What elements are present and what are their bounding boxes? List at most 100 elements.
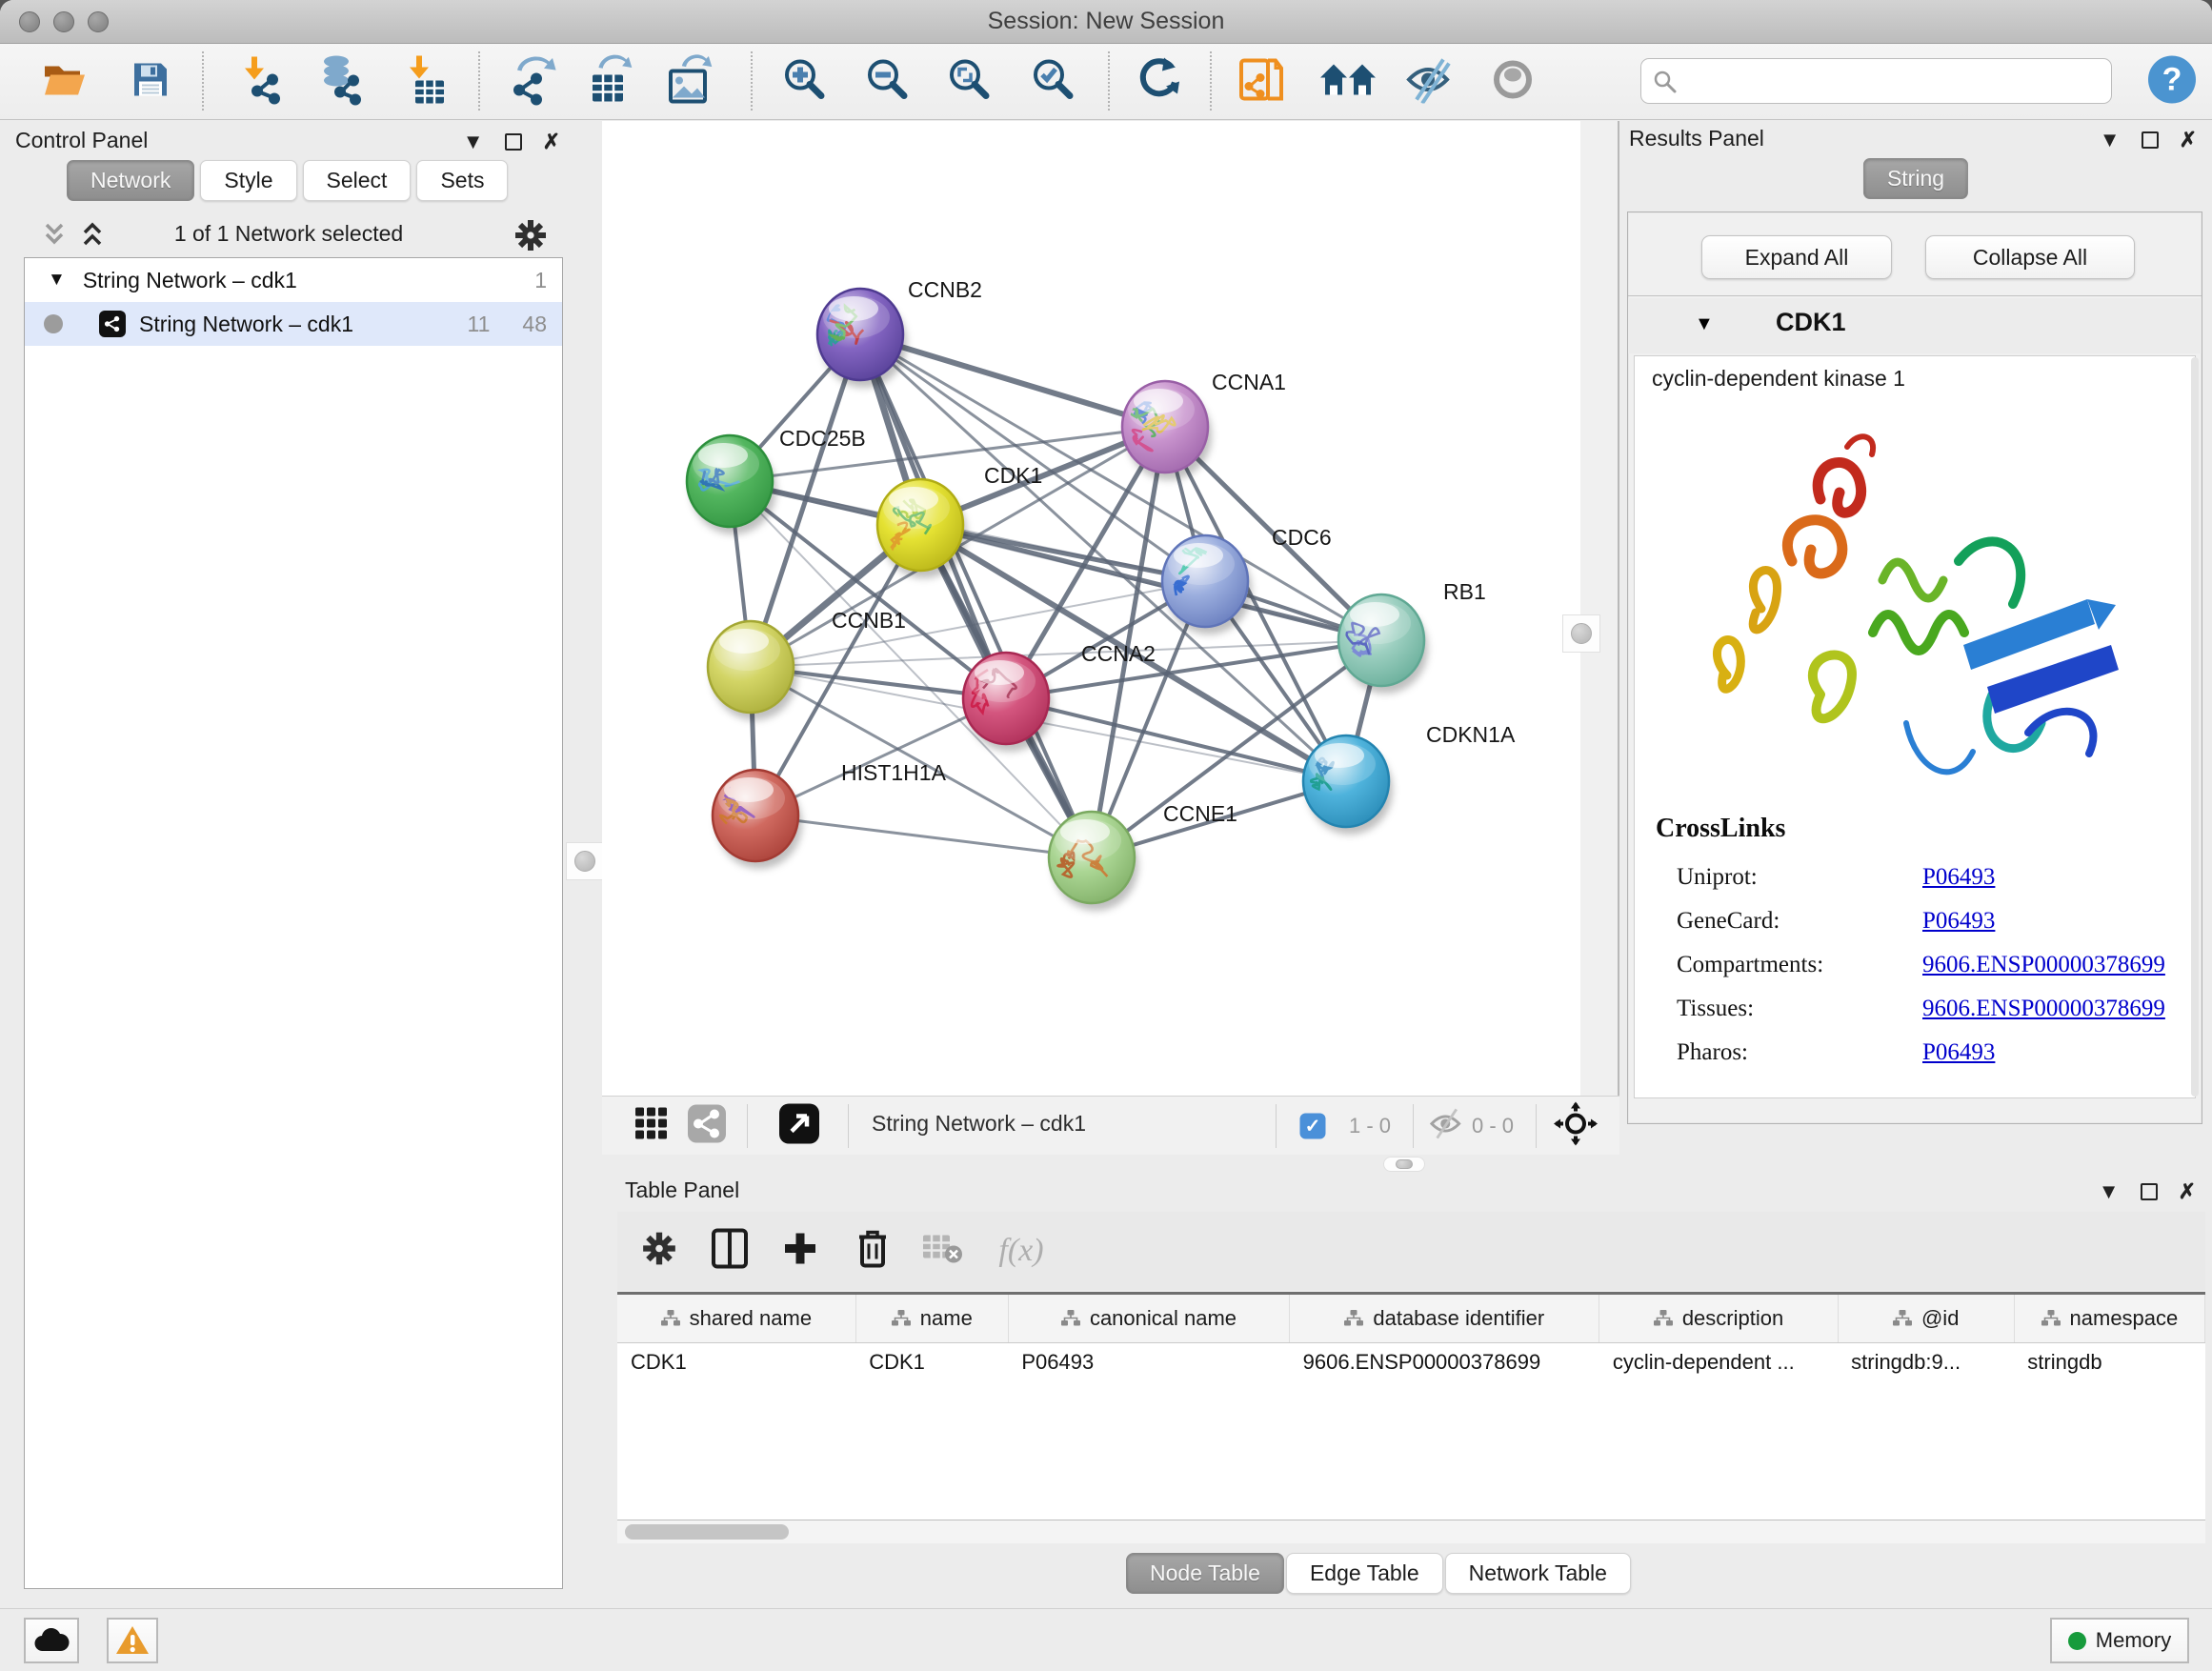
float-panel-icon[interactable]: ▼ bbox=[2100, 130, 2121, 151]
fit-selected-icon[interactable] bbox=[1554, 1101, 1598, 1150]
crosslink-value-link[interactable]: P06493 bbox=[1922, 864, 1995, 891]
delete-table-icon[interactable] bbox=[921, 1232, 963, 1271]
crosslink-value-link[interactable]: 9606.ENSP00000378699 bbox=[1922, 996, 2165, 1022]
tab-string[interactable]: String bbox=[1863, 158, 1968, 199]
crosslinks-title: CrossLinks bbox=[1656, 814, 1785, 844]
section-expander-icon[interactable]: ▼ bbox=[1695, 313, 1714, 335]
float-panel-icon[interactable]: ▼ bbox=[463, 131, 484, 152]
import-table-file-icon[interactable] bbox=[404, 53, 446, 110]
column-header[interactable]: canonical name bbox=[1008, 1295, 1289, 1342]
crosslink-value-link[interactable]: P06493 bbox=[1922, 908, 1995, 935]
network-view-icon[interactable] bbox=[687, 1103, 727, 1148]
export-image-icon[interactable] bbox=[665, 53, 714, 110]
right-splitter-grip[interactable] bbox=[1562, 614, 1600, 653]
protein-node-RB1[interactable] bbox=[1338, 594, 1428, 694]
save-session-icon[interactable] bbox=[131, 59, 171, 104]
string-home-icon[interactable] bbox=[1318, 58, 1377, 105]
results-panel: Results Panel ▼ ✗ String Expand All Coll… bbox=[1625, 124, 2206, 1134]
network-options-gear-icon[interactable] bbox=[513, 217, 549, 258]
node-section-header[interactable]: ▼ CDK1 bbox=[1628, 298, 2202, 353]
maximize-panel-icon[interactable] bbox=[2141, 1183, 2158, 1200]
delete-column-icon[interactable] bbox=[855, 1228, 890, 1275]
grid-view-icon[interactable] bbox=[633, 1105, 670, 1146]
close-panel-icon[interactable]: ✗ bbox=[2179, 1181, 2196, 1202]
crosslink-value-link[interactable]: P06493 bbox=[1922, 1039, 1995, 1066]
close-panel-icon[interactable]: ✗ bbox=[543, 131, 560, 152]
network-canvas[interactable]: CCNB2CCNA1CDC25BCDK1CDC6RB1CCNB1CCNA2CDK… bbox=[602, 121, 1580, 1096]
import-network-database-icon[interactable] bbox=[315, 53, 367, 110]
protein-node-CDKN1A[interactable] bbox=[1303, 735, 1393, 835]
birdseye-view-icon[interactable] bbox=[778, 1102, 820, 1149]
column-header[interactable]: database identifier bbox=[1290, 1295, 1599, 1342]
tab-node-table[interactable]: Node Table bbox=[1126, 1553, 1284, 1594]
column-header[interactable]: @id bbox=[1838, 1295, 2014, 1342]
hide-glass-icon[interactable] bbox=[1403, 55, 1455, 108]
network-collection-row[interactable]: ▼ String Network – cdk1 1 bbox=[25, 258, 562, 302]
tab-sets[interactable]: Sets bbox=[416, 160, 508, 201]
protein-node-CDC6[interactable] bbox=[1162, 535, 1252, 634]
enhanced-graphics-icon[interactable] bbox=[1490, 56, 1536, 107]
selected-nodes-checkbox[interactable]: ✓ bbox=[1300, 1113, 1326, 1138]
zoom-in-icon[interactable] bbox=[781, 55, 829, 108]
table-header-row[interactable]: shared namenamecanonical namedatabase id… bbox=[617, 1295, 2205, 1342]
table-cell: P06493 bbox=[1008, 1342, 1289, 1382]
memory-button[interactable]: Memory bbox=[2050, 1618, 2189, 1663]
scrollbar-thumb[interactable] bbox=[625, 1524, 789, 1540]
crosslink-row: Uniprot:P06493 bbox=[1677, 856, 2172, 899]
maximize-panel-icon[interactable] bbox=[505, 133, 522, 151]
tab-network-table[interactable]: Network Table bbox=[1445, 1553, 1631, 1594]
crosslink-row: Tissues:9606.ENSP00000378699 bbox=[1677, 987, 2172, 1031]
crosslink-label: Compartments: bbox=[1677, 952, 1922, 978]
add-column-icon[interactable] bbox=[781, 1230, 819, 1273]
protein-node-HIST1H1A[interactable] bbox=[713, 770, 802, 869]
zoom-fit-icon[interactable] bbox=[946, 55, 994, 108]
tab-style[interactable]: Style bbox=[200, 160, 296, 201]
protein-node-CCNB2[interactable] bbox=[817, 289, 907, 388]
vertical-splitter[interactable] bbox=[1580, 121, 1619, 1096]
float-panel-icon[interactable]: ▼ bbox=[2099, 1181, 2120, 1202]
import-network-file-icon[interactable] bbox=[236, 54, 286, 109]
tab-network[interactable]: Network bbox=[67, 160, 194, 201]
edge-count: 48 bbox=[522, 312, 547, 337]
left-splitter-grip[interactable] bbox=[566, 842, 604, 880]
string-protein-query-icon[interactable] bbox=[1237, 52, 1287, 111]
tab-select[interactable]: Select bbox=[303, 160, 412, 201]
column-header[interactable]: shared name bbox=[617, 1295, 855, 1342]
column-header[interactable]: namespace bbox=[2014, 1295, 2204, 1342]
open-session-icon[interactable] bbox=[42, 60, 88, 103]
tab-edge-table[interactable]: Edge Table bbox=[1286, 1553, 1443, 1594]
collection-expander-icon[interactable]: ▼ bbox=[48, 270, 66, 291]
export-table-icon[interactable] bbox=[585, 53, 634, 110]
show-columns-icon[interactable] bbox=[712, 1229, 748, 1274]
column-header[interactable]: description bbox=[1599, 1295, 1838, 1342]
help-icon[interactable]: ? bbox=[2146, 53, 2198, 110]
protein-node-CDK1[interactable] bbox=[877, 479, 967, 578]
search-input[interactable] bbox=[1683, 61, 2102, 101]
export-network-icon[interactable] bbox=[508, 53, 559, 110]
table-hscrollbar[interactable] bbox=[617, 1520, 2205, 1543]
table-cell: CDK1 bbox=[617, 1342, 855, 1382]
expand-all-button[interactable]: Expand All bbox=[1701, 235, 1892, 279]
function-builder-icon[interactable]: f(x) bbox=[998, 1233, 1043, 1269]
hidden-count: 0 - 0 bbox=[1472, 1114, 1514, 1138]
collapse-all-button[interactable]: Collapse All bbox=[1925, 235, 2135, 279]
network-row-selected[interactable]: String Network – cdk1 11 48 bbox=[25, 302, 562, 346]
zoom-selected-icon[interactable] bbox=[1030, 55, 1077, 108]
protein-node-CCNE1[interactable] bbox=[1049, 812, 1138, 911]
current-network-indicator bbox=[44, 314, 63, 333]
zoom-out-icon[interactable] bbox=[864, 55, 912, 108]
maximize-panel-icon[interactable] bbox=[2142, 131, 2159, 149]
table-row[interactable]: CDK1CDK1P064939606.ENSP00000378699cyclin… bbox=[617, 1342, 2205, 1382]
protein-node-CDC25B[interactable] bbox=[687, 435, 776, 534]
crosslink-value-link[interactable]: 9606.ENSP00000378699 bbox=[1922, 952, 2165, 978]
table-options-gear-icon[interactable] bbox=[640, 1230, 678, 1273]
warnings-button[interactable] bbox=[107, 1618, 158, 1663]
apply-layout-icon[interactable] bbox=[1136, 55, 1181, 108]
protein-node-CCNA1[interactable] bbox=[1122, 381, 1212, 480]
hidden-items-icon bbox=[1427, 1106, 1465, 1145]
results-scrollbar[interactable] bbox=[2191, 357, 2199, 1097]
close-panel-icon[interactable]: ✗ bbox=[2180, 130, 2197, 151]
column-header[interactable]: name bbox=[855, 1295, 1008, 1342]
cloud-status-button[interactable] bbox=[24, 1618, 79, 1663]
horizontal-splitter-grip[interactable] bbox=[1383, 1157, 1425, 1172]
